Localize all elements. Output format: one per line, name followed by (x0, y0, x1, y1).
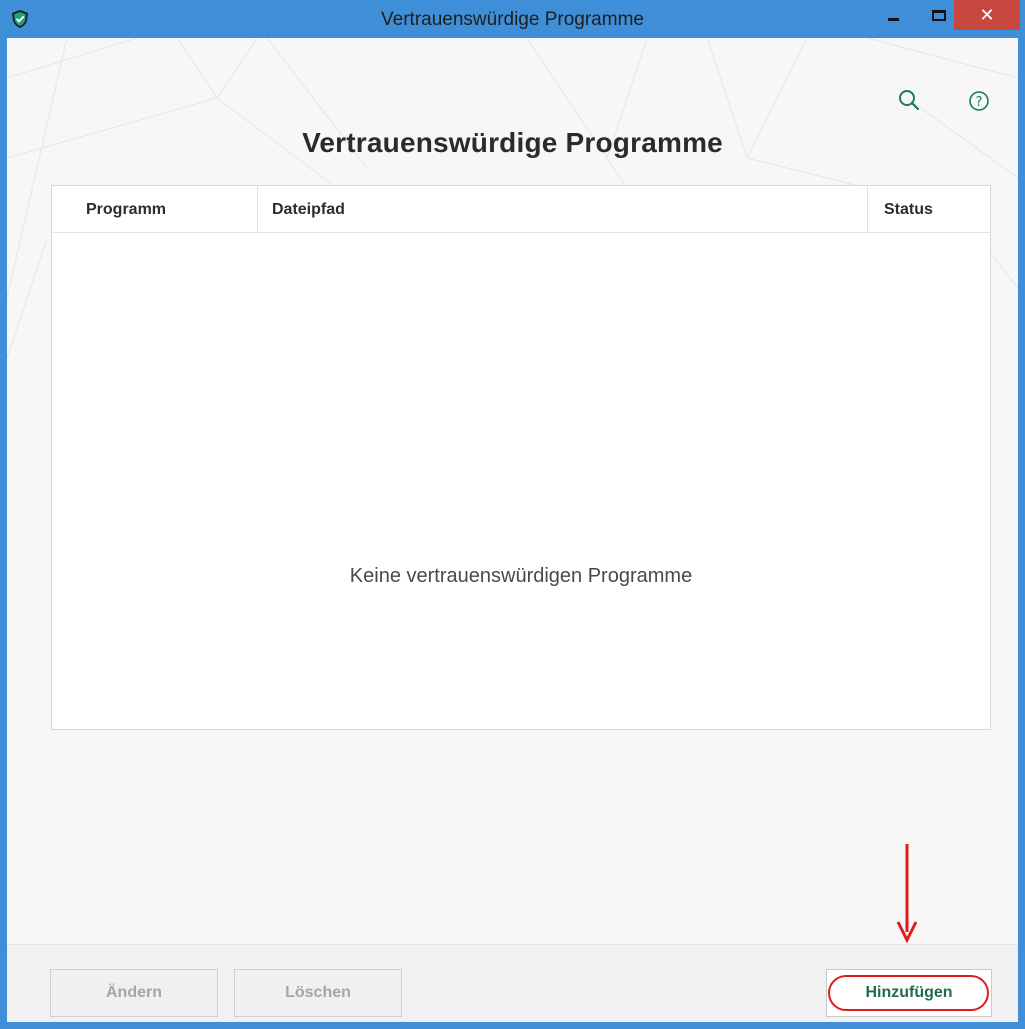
add-button[interactable]: Hinzufügen (826, 969, 992, 1017)
maximize-icon (932, 9, 946, 21)
trusted-programs-table[interactable]: Programm Dateipfad Status Keine vertraue… (51, 185, 991, 730)
app-window: Vertrauenswürdige Programme ✕ ? Vertraue… (0, 0, 1025, 1029)
title-bar[interactable]: Vertrauenswürdige Programme ✕ (0, 0, 1025, 38)
column-header-status[interactable]: Status (868, 186, 990, 233)
footer-bar: Ändern Löschen Hinzufügen (7, 944, 1018, 1022)
empty-state-message: Keine vertrauenswürdigen Programme (349, 565, 693, 587)
edit-button[interactable]: Ändern (50, 969, 218, 1017)
search-icon[interactable] (896, 88, 922, 114)
minimize-icon (887, 17, 899, 21)
column-header-program[interactable]: Programm (52, 186, 258, 233)
help-icon[interactable]: ? (966, 88, 992, 114)
add-button-label: Hinzufügen (865, 984, 953, 1001)
svg-text:?: ? (976, 95, 983, 110)
delete-button[interactable]: Löschen (234, 969, 402, 1017)
close-button[interactable]: ✕ (954, 0, 1020, 30)
client-area: ? Vertrauenswürdige Programme Programm D… (7, 38, 1018, 1022)
window-bottom-edge (0, 1022, 1025, 1029)
page-title: Vertrauenswürdige Programme (302, 127, 723, 158)
annotation-arrow (896, 844, 918, 944)
close-icon: ✕ (979, 4, 995, 26)
table-header: Programm Dateipfad Status (52, 186, 990, 233)
column-header-filepath[interactable]: Dateipfad (258, 186, 868, 233)
minimize-button[interactable] (870, 0, 916, 30)
